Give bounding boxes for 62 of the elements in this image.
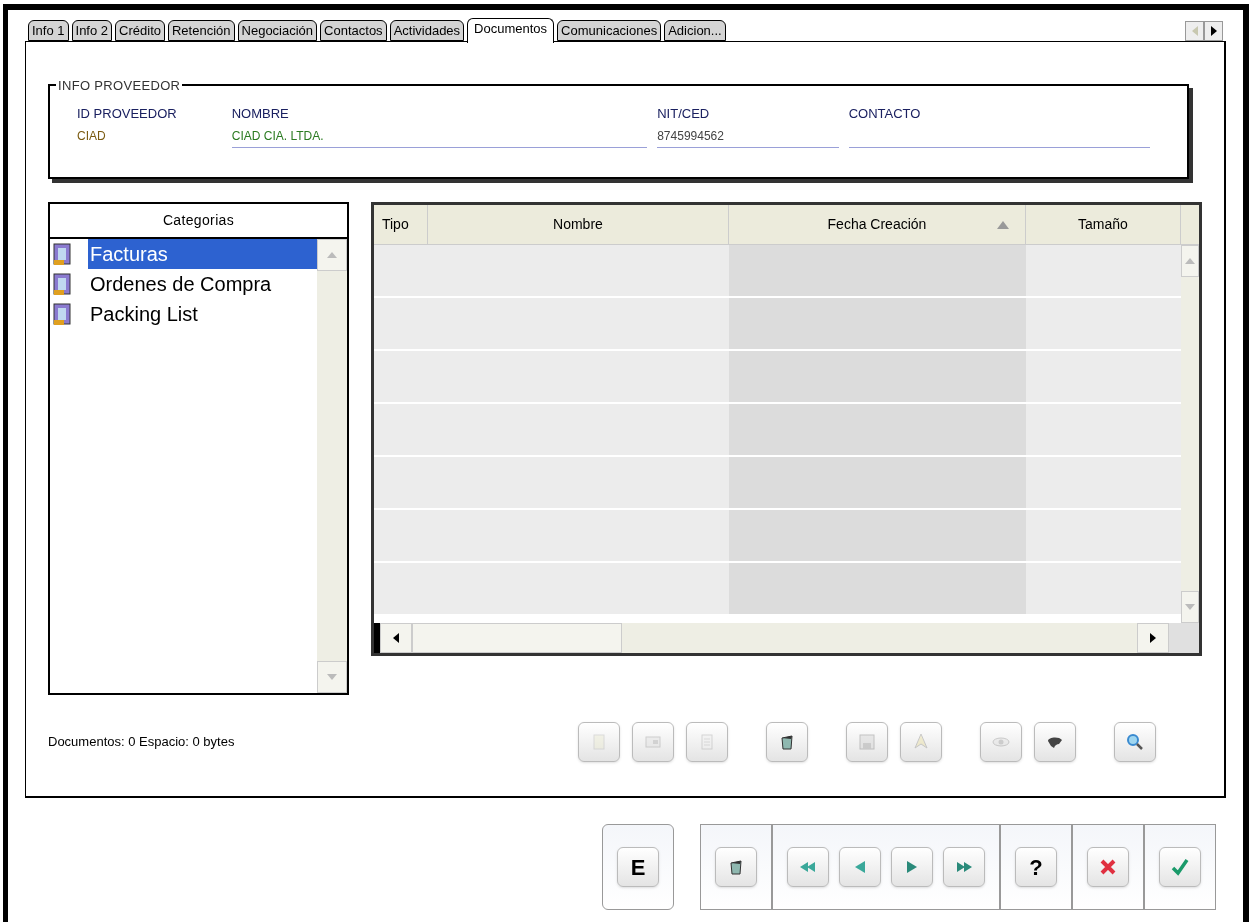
column-header[interactable]: Fecha Creación [728, 205, 1026, 244]
toolbar-button[interactable]: E [617, 847, 659, 887]
right-arrow-icon [1210, 26, 1217, 36]
tab[interactable]: Adicion... [664, 20, 726, 41]
table-cell [373, 510, 428, 561]
scroll-thumb[interactable] [411, 623, 622, 653]
table-cell [373, 563, 428, 614]
down-arrow-icon [1185, 604, 1195, 610]
bin-button[interactable] [766, 722, 808, 762]
tab[interactable]: Documentos [467, 18, 555, 43]
field-value: 8745994562 [657, 124, 839, 148]
category-item[interactable]: Packing List [50, 299, 317, 329]
toolbar-button[interactable]: ? [1015, 847, 1057, 887]
sort-ascending-icon [996, 220, 1009, 229]
cancel-button[interactable] [1087, 847, 1129, 887]
check-icon [1170, 857, 1190, 877]
bin-button[interactable] [715, 847, 757, 887]
tab[interactable]: Negociación [237, 20, 318, 41]
tab[interactable]: Info 2 [71, 20, 113, 41]
tab[interactable]: Actividades [389, 20, 465, 41]
scrollbar[interactable] [316, 239, 347, 693]
table-cell [373, 404, 428, 455]
tab-scroll-right-button[interactable] [1204, 21, 1223, 41]
last-button[interactable] [943, 847, 985, 887]
right-arrow-icon [1150, 633, 1156, 643]
down-arrow-icon [326, 674, 337, 680]
prev-button[interactable] [839, 847, 881, 887]
tab[interactable]: Crédito [115, 20, 165, 41]
scrollbar-corner [1169, 623, 1199, 653]
field-label: NIT/CED [657, 105, 711, 123]
category-item[interactable]: Ordenes de Compra [50, 269, 317, 299]
table-cell [373, 245, 428, 296]
tab[interactable]: Comunicaciones [557, 20, 662, 41]
first-button[interactable] [787, 847, 829, 887]
tab[interactable]: Info 1 [28, 20, 69, 41]
send-icon [911, 732, 931, 752]
tab[interactable]: Contactos [320, 20, 387, 41]
field-label: NOMBRE [231, 105, 290, 123]
table-cell [373, 298, 428, 349]
category-label: Packing List [89, 302, 199, 327]
field-label: CONTACTO [848, 105, 922, 123]
field-label: ID PROVEEDOR [77, 105, 178, 123]
status-text: Documentos: 0 Espacio: 0 bytes [48, 733, 236, 752]
next-button[interactable] [891, 847, 933, 887]
table-cell [373, 457, 428, 508]
tab[interactable]: Retención [168, 20, 235, 41]
left-arrow-icon [392, 633, 399, 643]
column-header[interactable]: Tipo [373, 205, 428, 244]
column-header[interactable]: Nombre [427, 205, 729, 244]
up-arrow-icon [1185, 258, 1195, 264]
up-arrow-icon [326, 252, 337, 258]
table-cell [373, 351, 428, 402]
field-value: CIAD [77, 128, 107, 145]
field-value: CIAD CIA. LTDA. [231, 124, 648, 148]
mouse-button[interactable] [1034, 722, 1076, 762]
search-button[interactable] [1114, 722, 1156, 762]
cross-icon [1098, 857, 1118, 877]
column-header[interactable]: Tamaño [1025, 205, 1181, 244]
category-label: Ordenes de Compra [89, 272, 273, 297]
left-arrow-icon [1191, 26, 1198, 36]
search-icon [1125, 732, 1145, 752]
accept-button[interactable] [1159, 847, 1201, 887]
